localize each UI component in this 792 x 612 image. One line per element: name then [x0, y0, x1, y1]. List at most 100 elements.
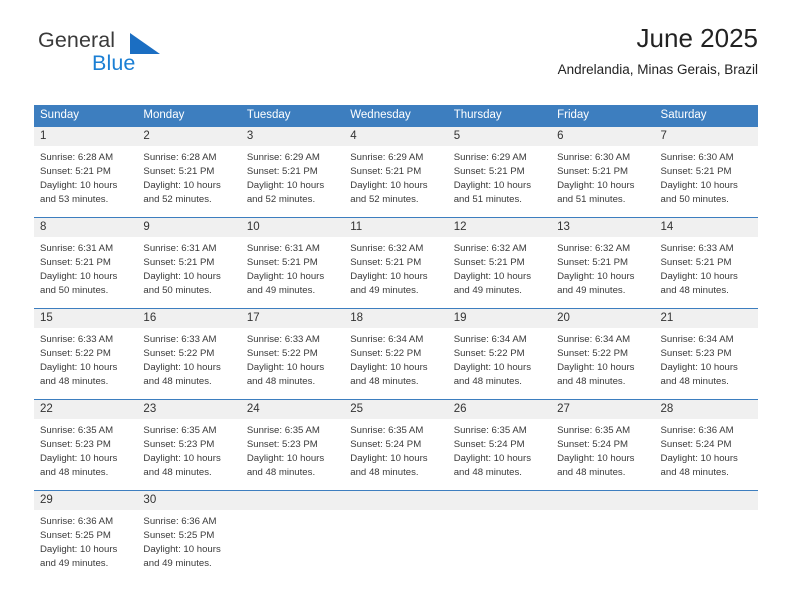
daylight-text: Daylight: 10 hours and 48 minutes. [40, 362, 118, 388]
day-number: 24 [240, 400, 345, 419]
day-details: Sunrise: 6:28 AM Sunset: 5:21 PM Daylight:… [137, 146, 240, 207]
sunset-text: Sunset: 5:21 PM [660, 166, 732, 178]
day-number: 18 [344, 309, 448, 328]
day-number [654, 491, 758, 510]
daylight-text: Daylight: 10 hours and 49 minutes. [350, 271, 428, 297]
sunset-text: Sunset: 5:21 PM [350, 166, 422, 178]
calendar-day-cell[interactable]: 23 Sunrise: 6:35 AM Sunset: 5:23 PM Dayligh… [137, 399, 241, 491]
calendar-day-cell[interactable]: 2 Sunrise: 6:28 AM Sunset: 5:21 PM Daylight… [137, 126, 241, 218]
weekday-header-saturday: Saturday [654, 105, 758, 127]
day-details: Sunrise: 6:33 AM Sunset: 5:22 PM Daylight:… [241, 328, 344, 389]
calendar-day-cell[interactable]: 15 Sunrise: 6:33 AM Sunset: 5:22 PM Dayligh… [34, 308, 138, 400]
day-details: Sunrise: 6:35 AM Sunset: 5:23 PM Daylight:… [241, 419, 344, 480]
day-number [447, 491, 552, 510]
calendar-day-cell-empty [654, 490, 758, 581]
daylight-text: Daylight: 10 hours and 52 minutes. [350, 180, 428, 206]
calendar-day-cell[interactable]: 6 Sunrise: 6:30 AM Sunset: 5:21 PM Daylight… [551, 126, 655, 218]
sunset-text: Sunset: 5:22 PM [350, 348, 422, 360]
day-details: Sunrise: 6:31 AM Sunset: 5:21 PM Daylight:… [137, 237, 240, 298]
day-number: 16 [137, 309, 241, 328]
calendar-day-cell[interactable]: 11 Sunrise: 6:32 AM Sunset: 5:21 PM Dayligh… [344, 217, 448, 309]
sunrise-text: Sunrise: 6:34 AM [350, 334, 424, 345]
daylight-text: Daylight: 10 hours and 52 minutes. [246, 180, 325, 206]
calendar-day-cell[interactable]: 18 Sunrise: 6:34 AM Sunset: 5:22 PM Dayligh… [344, 308, 448, 400]
calendar-day-cell[interactable]: 14 Sunrise: 6:33 AM Sunset: 5:21 PM Dayligh… [654, 217, 758, 309]
calendar-day-cell[interactable]: 16 Sunrise: 6:33 AM Sunset: 5:22 PM Dayligh… [137, 308, 241, 400]
daylight-text: Daylight: 10 hours and 48 minutes. [40, 453, 118, 479]
sunset-text: Sunset: 5:21 PM [143, 257, 215, 269]
sunset-text: Sunset: 5:23 PM [143, 439, 215, 451]
calendar-day-cell[interactable]: 21 Sunrise: 6:34 AM Sunset: 5:23 PM Dayligh… [654, 308, 758, 400]
daylight-text: Daylight: 10 hours and 49 minutes. [143, 544, 221, 570]
weekday-header-wednesday: Wednesday [344, 105, 448, 127]
calendar-day-cell-empty [447, 490, 552, 581]
sunrise-text: Sunrise: 6:28 AM [143, 152, 217, 163]
sunset-text: Sunset: 5:21 PM [40, 166, 111, 178]
day-details: Sunrise: 6:34 AM Sunset: 5:22 PM Daylight:… [551, 328, 654, 389]
day-details: Sunrise: 6:30 AM Sunset: 5:21 PM Daylight:… [655, 146, 758, 207]
calendar-day-cell[interactable]: 29 Sunrise: 6:36 AM Sunset: 5:25 PM Dayligh… [34, 490, 138, 581]
page-title: June 2025 [636, 23, 758, 53]
sunset-text: Sunset: 5:24 PM [453, 439, 525, 451]
calendar-day-cell[interactable]: 28 Sunrise: 6:36 AM Sunset: 5:24 PM Dayligh… [654, 399, 758, 491]
title-block: June 2025 Andrelandia, Minas Gerais, Bra… [558, 23, 758, 77]
sunrise-text: Sunrise: 6:33 AM [143, 334, 217, 345]
sunrise-text: Sunrise: 6:35 AM [557, 425, 631, 436]
daylight-text: Daylight: 10 hours and 50 minutes. [143, 271, 221, 297]
daylight-text: Daylight: 10 hours and 51 minutes. [453, 180, 532, 206]
calendar-day-cell-empty [240, 490, 345, 581]
sunset-text: Sunset: 5:23 PM [660, 348, 732, 360]
calendar-day-cell[interactable]: 7 Sunrise: 6:30 AM Sunset: 5:21 PM Daylight… [654, 126, 758, 218]
daylight-text: Daylight: 10 hours and 48 minutes. [246, 362, 325, 388]
daylight-text: Daylight: 10 hours and 52 minutes. [143, 180, 221, 206]
calendar-day-cell[interactable]: 27 Sunrise: 6:35 AM Sunset: 5:24 PM Dayligh… [551, 399, 655, 491]
calendar-day-cell[interactable]: 24 Sunrise: 6:35 AM Sunset: 5:23 PM Dayligh… [240, 399, 345, 491]
calendar-header-row: Sunday Monday Tuesday Wednesday Thursday… [34, 105, 758, 127]
calendar-day-cell[interactable]: 20 Sunrise: 6:34 AM Sunset: 5:22 PM Dayligh… [551, 308, 655, 400]
daylight-text: Daylight: 10 hours and 50 minutes. [660, 180, 738, 206]
daylight-text: Daylight: 10 hours and 49 minutes. [453, 271, 532, 297]
calendar-day-cell[interactable]: 13 Sunrise: 6:32 AM Sunset: 5:21 PM Dayligh… [551, 217, 655, 309]
brand-logo[interactable]: General Blue [34, 29, 274, 84]
sunset-text: Sunset: 5:21 PM [660, 257, 732, 269]
day-details: Sunrise: 6:35 AM Sunset: 5:24 PM Daylight:… [551, 419, 654, 480]
sunset-text: Sunset: 5:24 PM [557, 439, 629, 451]
daylight-text: Daylight: 10 hours and 48 minutes. [350, 453, 428, 479]
sunrise-text: Sunrise: 6:33 AM [40, 334, 114, 345]
calendar-day-cell[interactable]: 10 Sunrise: 6:31 AM Sunset: 5:21 PM Dayligh… [240, 217, 345, 309]
day-number: 15 [34, 309, 138, 328]
day-number: 9 [137, 218, 241, 237]
sunrise-text: Sunrise: 6:32 AM [557, 243, 631, 254]
calendar-week-row: 1 Sunrise: 6:28 AM Sunset: 5:21 PM Daylight… [34, 126, 758, 218]
weekday-header-sunday: Sunday [34, 105, 138, 127]
calendar-day-cell[interactable]: 19 Sunrise: 6:34 AM Sunset: 5:22 PM Dayligh… [447, 308, 552, 400]
daylight-text: Daylight: 10 hours and 48 minutes. [660, 271, 738, 297]
calendar-day-cell[interactable]: 26 Sunrise: 6:35 AM Sunset: 5:24 PM Dayligh… [447, 399, 552, 491]
calendar-day-cell[interactable]: 9 Sunrise: 6:31 AM Sunset: 5:21 PM Daylight… [137, 217, 241, 309]
day-number: 19 [447, 309, 552, 328]
daylight-text: Daylight: 10 hours and 48 minutes. [453, 362, 532, 388]
calendar-day-cell[interactable]: 1 Sunrise: 6:28 AM Sunset: 5:21 PM Daylight… [34, 126, 138, 218]
day-details [655, 510, 758, 515]
daylight-text: Daylight: 10 hours and 49 minutes. [40, 544, 118, 570]
calendar-day-cell[interactable]: 8 Sunrise: 6:31 AM Sunset: 5:21 PM Daylight… [34, 217, 138, 309]
day-number: 23 [137, 400, 241, 419]
day-details: Sunrise: 6:30 AM Sunset: 5:21 PM Daylight:… [551, 146, 654, 207]
sunset-text: Sunset: 5:22 PM [246, 348, 318, 360]
calendar-day-cell[interactable]: 5 Sunrise: 6:29 AM Sunset: 5:21 PM Daylight… [447, 126, 552, 218]
calendar-day-cell[interactable]: 22 Sunrise: 6:35 AM Sunset: 5:23 PM Dayligh… [34, 399, 138, 491]
day-number: 22 [34, 400, 138, 419]
calendar-day-cell[interactable]: 25 Sunrise: 6:35 AM Sunset: 5:24 PM Dayligh… [344, 399, 448, 491]
weekday-header-thursday: Thursday [447, 105, 552, 127]
sunrise-text: Sunrise: 6:35 AM [40, 425, 114, 436]
sunset-text: Sunset: 5:21 PM [557, 257, 629, 269]
calendar-day-cell[interactable]: 3 Sunrise: 6:29 AM Sunset: 5:21 PM Daylight… [240, 126, 345, 218]
calendar-day-cell[interactable]: 30 Sunrise: 6:36 AM Sunset: 5:25 PM Dayligh… [137, 490, 241, 581]
weekday-header-tuesday: Tuesday [240, 105, 345, 127]
day-details: Sunrise: 6:35 AM Sunset: 5:23 PM Daylight:… [137, 419, 240, 480]
weekday-header-monday: Monday [137, 105, 241, 127]
calendar-day-cell[interactable]: 17 Sunrise: 6:33 AM Sunset: 5:22 PM Dayligh… [240, 308, 345, 400]
calendar-day-cell[interactable]: 4 Sunrise: 6:29 AM Sunset: 5:21 PM Daylight… [344, 126, 448, 218]
calendar-day-cell[interactable]: 12 Sunrise: 6:32 AM Sunset: 5:21 PM Dayligh… [447, 217, 552, 309]
day-details: Sunrise: 6:29 AM Sunset: 5:21 PM Daylight:… [241, 146, 344, 207]
